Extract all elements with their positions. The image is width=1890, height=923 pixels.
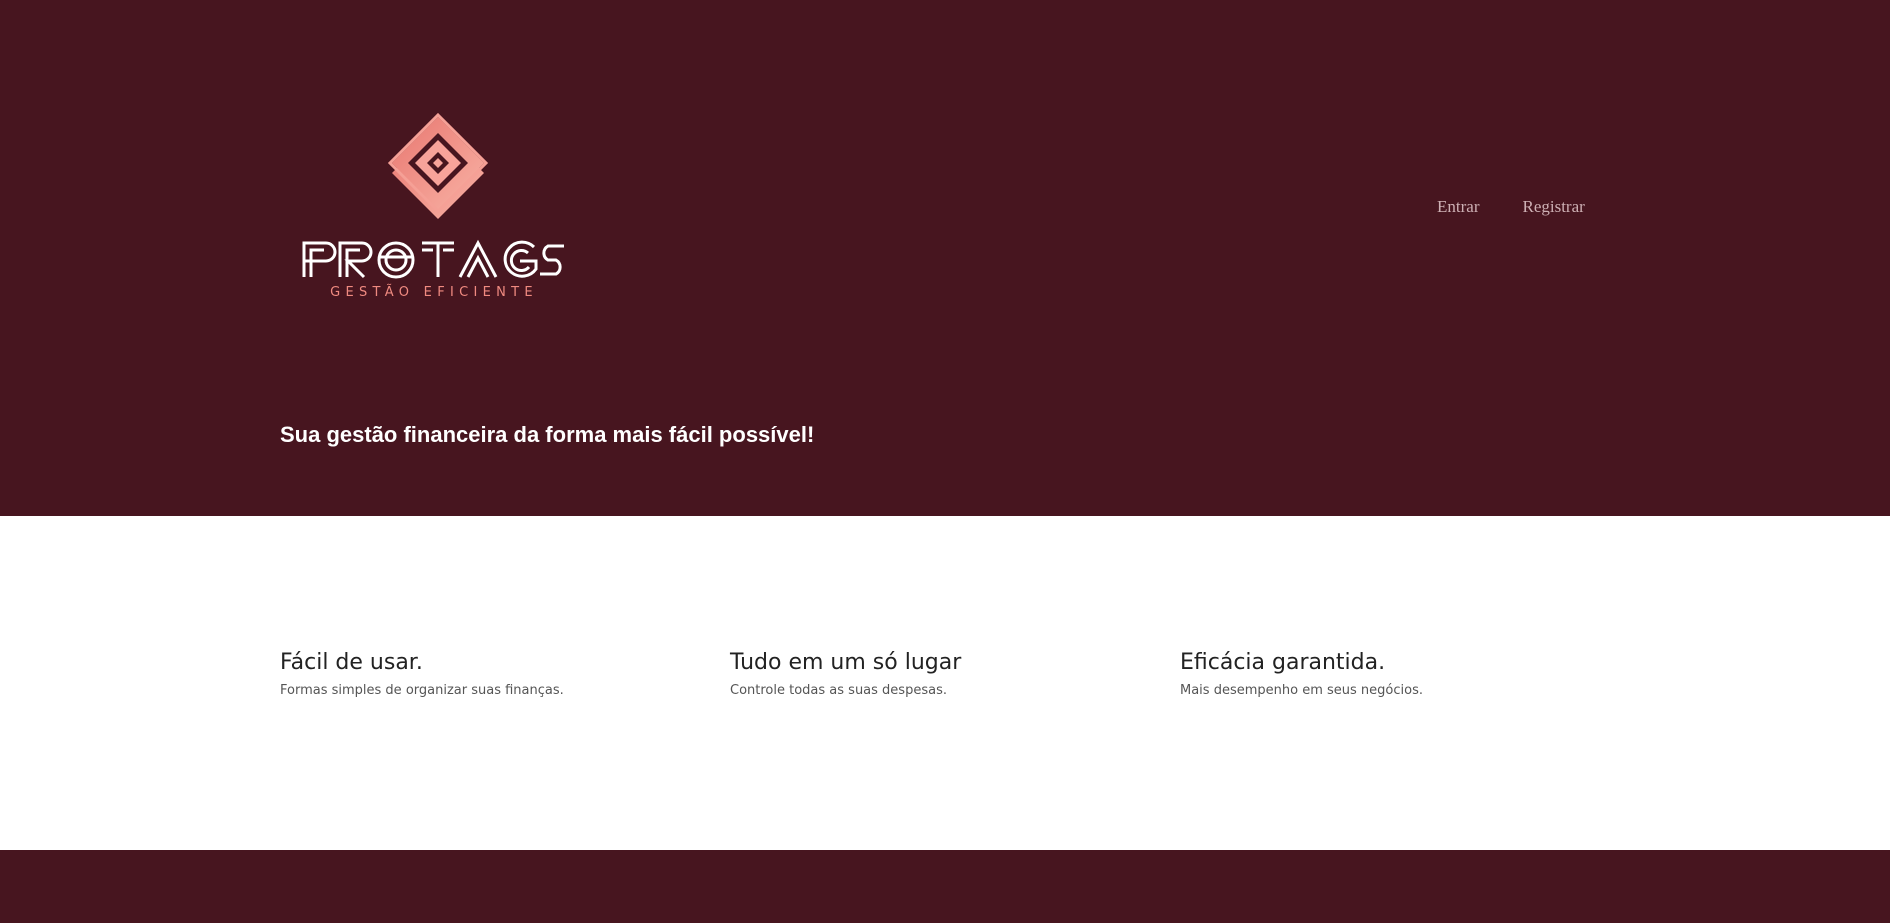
feature-guaranteed-efficacy: Eficácia garantida. Mais desempenho em s… [1180,648,1600,699]
diamond-logo-icon [387,113,489,219]
feature-all-in-one: Tudo em um só lugar Controle todas as su… [730,648,1150,699]
feature-title: Fácil de usar. [280,650,423,675]
top-nav: Entrar Registrar [1437,196,1585,218]
features-section: Fácil de usar. Formas simples de organiz… [280,648,1610,708]
feature-title: Eficácia garantida. [1180,650,1386,675]
hero-headline: Sua gestão financeira da forma mais fáci… [280,422,815,447]
brand-logo[interactable]: GESTÃO EFICIENTE [300,108,568,308]
hero-section: GESTÃO EFICIENTE Entrar Registrar Sua ge… [0,0,1890,516]
feature-description: Mais desempenho em seus negócios. [1180,683,1423,698]
login-link[interactable]: Entrar [1437,196,1479,218]
brand-wordmark [302,239,564,279]
feature-description: Controle todas as suas despesas. [730,683,947,698]
register-link[interactable]: Registrar [1522,196,1584,218]
feature-easy-to-use: Fácil de usar. Formas simples de organiz… [280,648,700,699]
feature-description: Formas simples de organizar suas finança… [280,683,564,698]
feature-title: Tudo em um só lugar [730,650,962,675]
footer [0,850,1890,923]
brand-tagline: GESTÃO EFICIENTE [330,285,538,300]
